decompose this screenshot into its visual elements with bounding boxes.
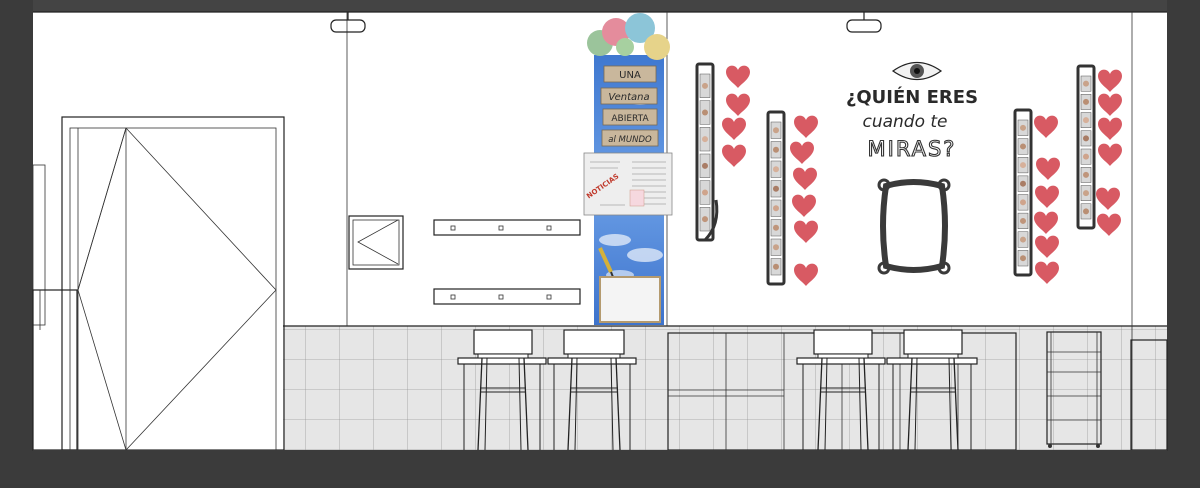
sign-text-3: ABIERTA (611, 114, 649, 124)
photo-face (1083, 135, 1089, 142)
photo-face (773, 205, 779, 212)
photo-face (702, 82, 708, 89)
photo-strip (1013, 108, 1033, 277)
photo-face (773, 263, 779, 270)
whiteboard (599, 276, 661, 323)
tiled-wainscot (283, 326, 1167, 450)
photo-face (773, 146, 779, 153)
photo-face (773, 244, 779, 251)
elevation-svg: UNA Ventana ABIERTA al MUNDO NOTICIAS ¿Q… (0, 0, 1200, 484)
heading-line-3: MIRAS? (868, 137, 957, 161)
photo-face (702, 109, 708, 116)
sign-text-2: Ventana (608, 92, 649, 103)
photo-face (1083, 98, 1089, 105)
photo-face (1083, 171, 1089, 178)
photo-strip (1076, 64, 1096, 230)
photo-face (773, 224, 779, 231)
photo-face (1083, 117, 1089, 124)
heading-line-2: cuando te (862, 112, 947, 132)
photo-face (1020, 199, 1026, 206)
photo-face (1083, 80, 1089, 87)
photo-face (1020, 124, 1026, 131)
sign-text-4: al MUNDO (608, 135, 652, 145)
ceiling-strip (33, 0, 1167, 12)
heading-line-1: ¿QUIÉN ERES (846, 86, 978, 108)
floor (33, 450, 1167, 484)
photo-face (773, 166, 779, 173)
window-banner: UNA Ventana ABIERTA al MUNDO NOTICIAS (583, 55, 673, 325)
photo-strip (695, 62, 715, 242)
sign-text-1: UNA (619, 70, 641, 81)
photo-face (773, 185, 779, 192)
photo-face (702, 189, 708, 196)
photo-face (1020, 255, 1026, 262)
photo-face (773, 127, 779, 134)
photo-face (702, 216, 708, 223)
photo-strip (766, 110, 786, 286)
photo-face (1020, 162, 1026, 169)
photo-face (1083, 153, 1089, 160)
wall-elevation-drawing: UNA Ventana ABIERTA al MUNDO NOTICIAS ¿Q… (0, 0, 1200, 484)
photo-face (702, 136, 708, 143)
photo-face (1083, 190, 1089, 197)
photo-face (702, 162, 708, 169)
photo-face (1083, 208, 1089, 215)
photo-face (1020, 217, 1026, 224)
photo-face (1020, 143, 1026, 150)
photo-face (1020, 236, 1026, 243)
photo-face (1020, 180, 1026, 187)
